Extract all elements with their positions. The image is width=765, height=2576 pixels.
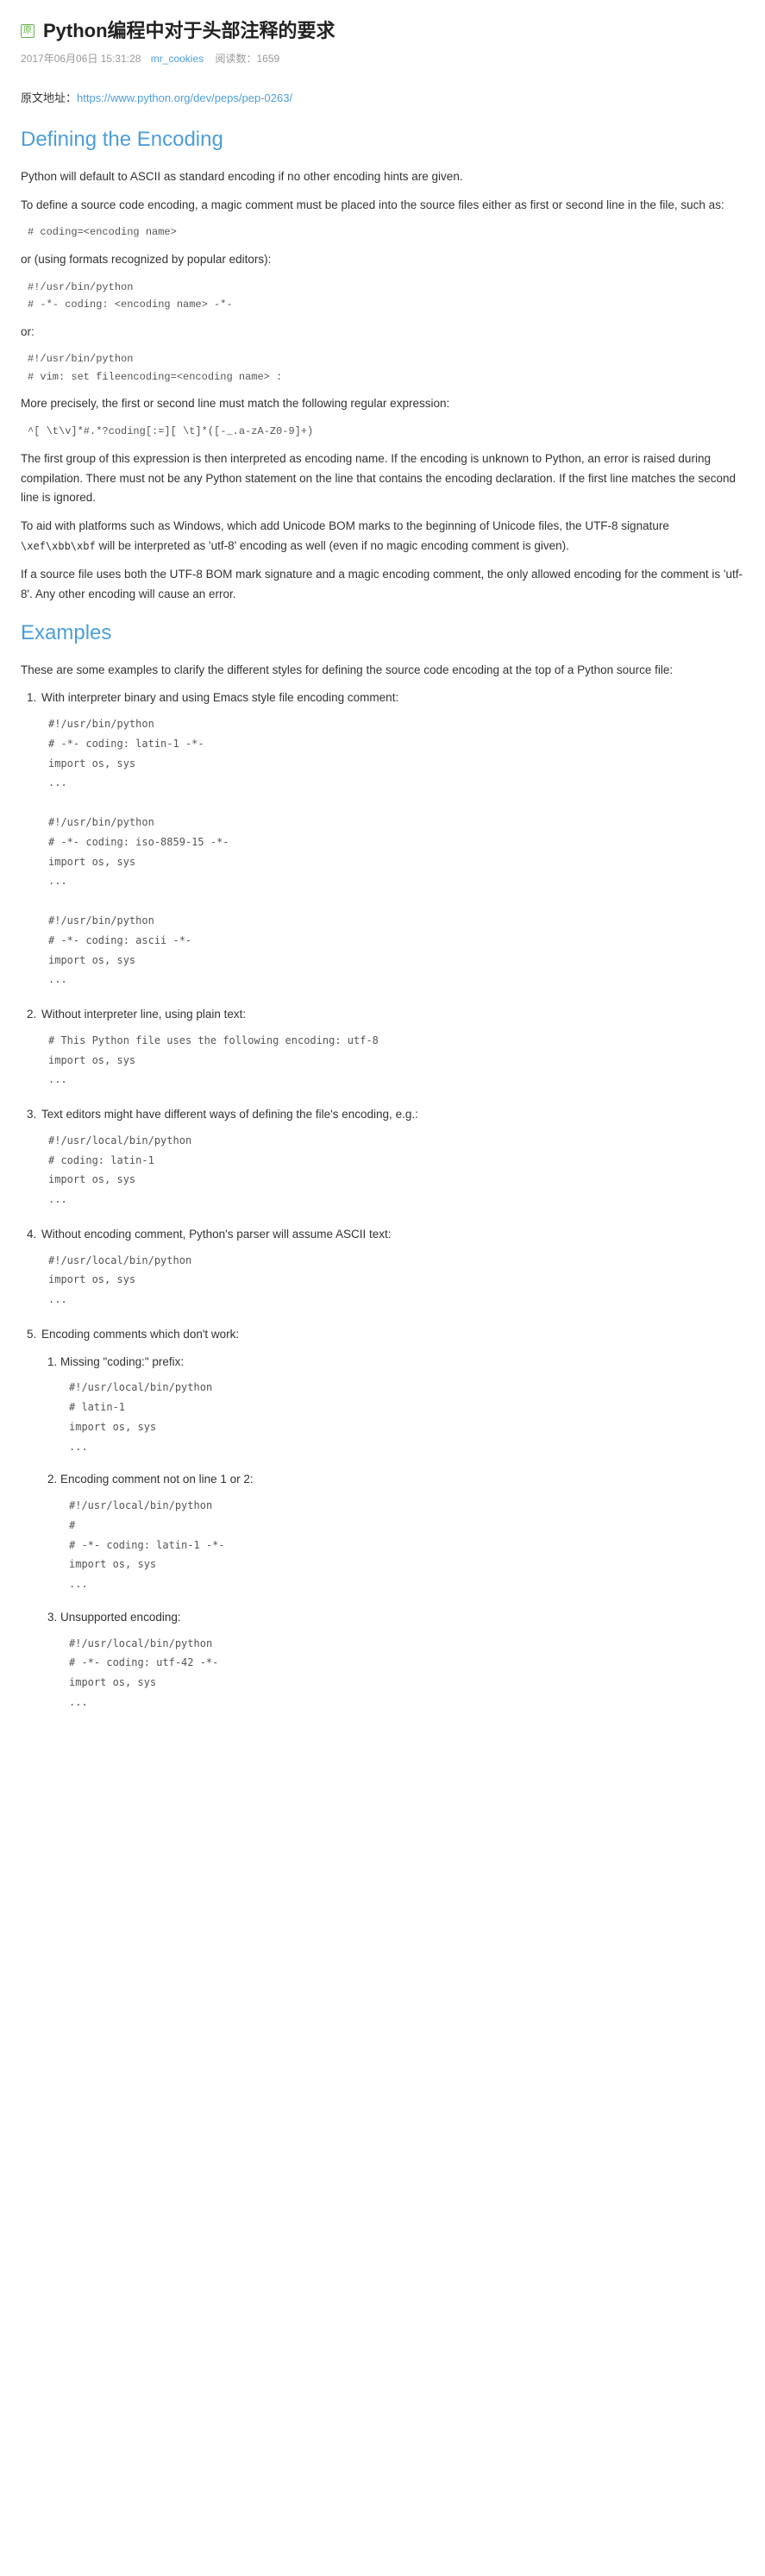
paragraph: These are some examples to clarify the d…: [21, 661, 744, 681]
code-block: #!/usr/local/bin/python # coding: latin-…: [48, 1131, 744, 1209]
examples-list: With interpreter binary and using Emacs …: [40, 688, 744, 1712]
list-item: Without interpreter line, using plain te…: [40, 1005, 744, 1090]
code-block: # coding=<encoding name>: [28, 223, 744, 241]
list-item-text: Encoding comment not on line 1 or 2:: [60, 1470, 744, 1489]
article-meta: 2017年06月06日 15:31:28 mr_cookies 阅读数：1659: [21, 51, 744, 67]
code-block: ^[ \t\v]*#.*?coding[:=][ \t]*([-_.a-zA-Z…: [28, 423, 744, 440]
article-page: 原 Python编程中对于头部注释的要求 2017年06月06日 15:31:2…: [0, 0, 765, 1762]
reads-value: 1659: [257, 53, 280, 65]
inline-code: \xef\xbb\xbf: [21, 540, 96, 552]
list-item-text: Text editors might have different ways o…: [41, 1105, 744, 1124]
sub-list: Missing "coding:" prefix: #!/usr/local/b…: [60, 1353, 744, 1712]
paragraph: Python will default to ASCII as standard…: [21, 167, 744, 187]
list-item-text: Without interpreter line, using plain te…: [41, 1005, 744, 1024]
title-row: 原 Python编程中对于头部注释的要求: [21, 16, 744, 46]
read-count: 阅读数：1659: [215, 53, 279, 65]
code-block: #!/usr/local/bin/python # latin-1 import…: [69, 1378, 744, 1456]
reads-label: 阅读数：: [215, 53, 256, 65]
section-heading-examples: Examples: [21, 617, 744, 650]
source-label: 原文地址：: [21, 91, 77, 104]
paragraph: More precisely, the first or second line…: [21, 394, 744, 414]
code-block: #!/usr/bin/python # vim: set fileencodin…: [28, 350, 744, 386]
publish-date: 2017年06月06日 15:31:28: [21, 53, 141, 65]
source-line: 原文地址：https://www.python.org/dev/peps/pep…: [21, 90, 744, 108]
code-block: #!/usr/bin/python # -*- coding: <encodin…: [28, 279, 744, 314]
code-block: # This Python file uses the following en…: [48, 1031, 744, 1090]
list-item: Unsupported encoding: #!/usr/local/bin/p…: [60, 1608, 744, 1712]
code-block: #!/usr/local/bin/python import os, sys .…: [48, 1251, 744, 1310]
paragraph: To aid with platforms such as Windows, w…: [21, 517, 744, 556]
list-item-text: Unsupported encoding:: [60, 1608, 744, 1627]
paragraph: or (using formats recognized by popular …: [21, 250, 744, 270]
list-item: With interpreter binary and using Emacs …: [40, 688, 744, 990]
list-item: Without encoding comment, Python's parse…: [40, 1225, 744, 1310]
paragraph: or:: [21, 323, 744, 342]
list-item: Missing "coding:" prefix: #!/usr/local/b…: [60, 1353, 744, 1457]
list-item-text: With interpreter binary and using Emacs …: [41, 688, 744, 707]
paragraph: To define a source code encoding, a magi…: [21, 196, 744, 216]
list-item: Encoding comment not on line 1 or 2: #!/…: [60, 1470, 744, 1594]
list-item-text: Without encoding comment, Python's parse…: [41, 1225, 744, 1244]
paragraph: The first group of this expression is th…: [21, 449, 744, 509]
code-block: #!/usr/bin/python # -*- coding: latin-1 …: [48, 714, 744, 990]
text-span: will be interpreted as 'utf-8' encoding …: [96, 539, 569, 552]
code-block: #!/usr/local/bin/python # # -*- coding: …: [69, 1496, 744, 1594]
list-item-text: Missing "coding:" prefix:: [60, 1353, 744, 1372]
list-item: Encoding comments which don't work: Miss…: [40, 1325, 744, 1712]
code-block: #!/usr/local/bin/python # -*- coding: ut…: [69, 1634, 744, 1712]
text-span: To aid with platforms such as Windows, w…: [21, 519, 669, 532]
author-link[interactable]: mr_cookies: [151, 53, 204, 65]
list-item: Text editors might have different ways o…: [40, 1105, 744, 1209]
original-badge: 原: [21, 24, 34, 38]
article-title: Python编程中对于头部注释的要求: [43, 16, 335, 46]
list-item-text: Encoding comments which don't work:: [41, 1325, 744, 1344]
paragraph: If a source file uses both the UTF-8 BOM…: [21, 565, 744, 605]
section-heading-encoding: Defining the Encoding: [21, 123, 744, 156]
source-url[interactable]: https://www.python.org/dev/peps/pep-0263…: [77, 91, 292, 104]
